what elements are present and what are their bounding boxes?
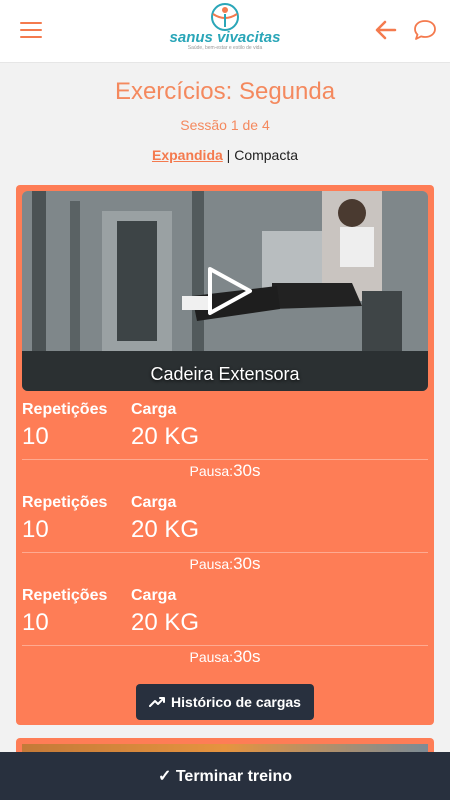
reps-label: Repetições	[22, 401, 108, 418]
view-toggle: Expandida | Compacta	[0, 147, 450, 163]
pause-label: Pausa:	[189, 649, 234, 665]
pause-label: Pausa:	[189, 463, 234, 479]
reps-value: 10	[22, 516, 49, 543]
view-compact-link[interactable]: Compacta	[234, 147, 298, 163]
load-value: 20 KG	[131, 516, 200, 543]
exercise-card: Cadeira Extensora Repetições 10 Carga 20…	[16, 185, 434, 725]
logo-icon	[211, 3, 239, 31]
load-label: Carga	[131, 401, 177, 418]
reps-value: 10	[22, 423, 49, 450]
chat-bubble-icon[interactable]	[412, 18, 438, 42]
reps-value: 10	[22, 609, 49, 636]
load-value: 20 KG	[131, 423, 200, 450]
hamburger-menu-icon[interactable]	[20, 22, 42, 40]
set-divider	[22, 645, 428, 646]
pause-text: Pausa:30s	[22, 461, 428, 481]
set-row: Repetições 10 Carga 20 KG Pausa:30s	[22, 401, 428, 480]
set-row: Repetições 10 Carga 20 KG Pausa:30s	[22, 587, 428, 666]
set-row: Repetições 10 Carga 20 KG Pausa:30s	[22, 494, 428, 573]
view-separator: |	[222, 147, 235, 163]
play-icon[interactable]	[200, 263, 256, 319]
history-button-label: Histórico de cargas	[171, 694, 301, 710]
load-label: Carga	[131, 587, 177, 604]
pause-text: Pausa:30s	[22, 554, 428, 574]
logo-tagline: Saúde, bem-estar e estilo de vida	[187, 45, 263, 51]
load-label: Carga	[131, 494, 177, 511]
arrow-left-icon[interactable]	[374, 18, 398, 42]
exercise-video[interactable]: Cadeira Extensora	[22, 191, 428, 391]
reps-label: Repetições	[22, 494, 108, 511]
reps-label: Repetições	[22, 587, 108, 604]
page-title: Exercícios: Segunda	[114, 78, 336, 105]
finish-workout-button[interactable]: ✓ Terminar treino	[0, 752, 450, 800]
pause-value: 30s	[233, 554, 261, 573]
session-counter: Sessão 1 de 4	[180, 117, 270, 133]
load-value: 20 KG	[131, 609, 200, 636]
trending-up-icon	[149, 697, 166, 707]
pause-value: 30s	[233, 647, 261, 666]
history-button[interactable]: Histórico de cargas	[136, 684, 314, 720]
logo-name: sanus vivacitas	[169, 29, 281, 46]
exercise-name: Cadeira Extensora	[150, 364, 300, 384]
pause-value: 30s	[233, 461, 261, 480]
app-header: sanus vivacitas Saúde, bem-estar e estil…	[0, 0, 450, 63]
pause-text: Pausa:30s	[22, 647, 428, 667]
view-expanded-link[interactable]: Expandida	[152, 147, 223, 163]
app-logo: sanus vivacitas Saúde, bem-estar e estil…	[150, 2, 300, 60]
pause-label: Pausa:	[189, 556, 234, 572]
set-divider	[22, 459, 428, 460]
set-divider	[22, 552, 428, 553]
